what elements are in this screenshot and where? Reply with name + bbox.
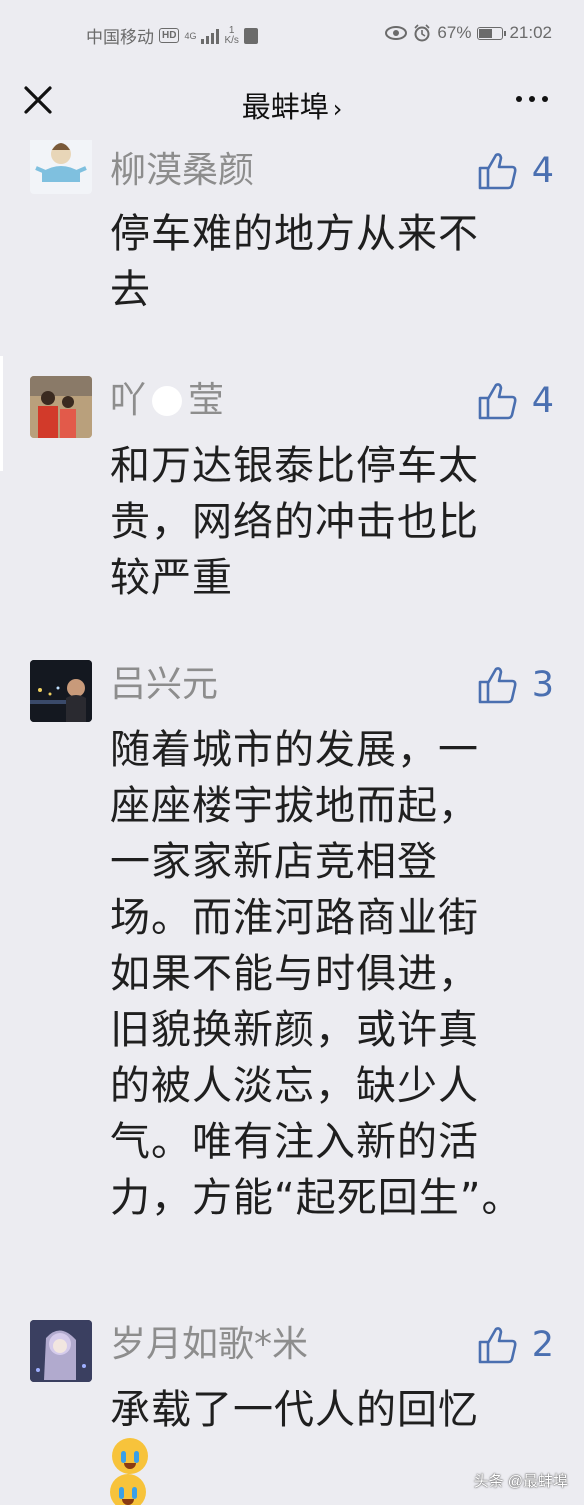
comment-line: 去 — [110, 267, 151, 313]
sim-card-icon — [243, 27, 258, 44]
comment-line: 如果不能与时俱进， — [110, 951, 479, 997]
comment-username[interactable]: 吕兴元 — [110, 664, 218, 706]
comment-line: 座座楼宇拔地而起， — [110, 783, 479, 829]
comment-line: 一家家新店竞相登 — [110, 839, 438, 885]
comment-line-text: 承载了一代人的回忆 — [110, 1387, 479, 1433]
net-speed-unit: K/s — [224, 34, 239, 46]
comment-username[interactable]: 吖莹 — [110, 380, 224, 422]
comment-line: 随着城市的发展，一 — [110, 727, 479, 773]
comment-list[interactable]: 柳漠桑颜 4 停车难的地方从来不 去 吖莹 4 和万达银泰比停车太 贵，网络的冲… — [0, 140, 584, 1505]
battery-percent: 67% — [437, 23, 472, 42]
comment-line: 承载了一代人的回忆 — [110, 1382, 479, 1474]
comment-line: 的被人淡忘，缺少人 — [110, 1063, 479, 1109]
watermark: 头条 @最蚌埠 — [473, 1473, 568, 1490]
thumbs-up-icon[interactable] — [476, 380, 518, 422]
comment-line: 和万达银泰比停车太 — [110, 443, 479, 489]
page-title-text[interactable]: 最蚌埠 — [242, 90, 329, 124]
status-left: 中国移动 HD 4G 1 K/s — [86, 23, 258, 48]
comment-text: 停车难的地方从来不 去 — [110, 206, 479, 318]
hd-icon: HD — [159, 28, 180, 43]
clock: 21:02 — [509, 23, 552, 42]
comment-text: 和万达银泰比停车太 贵，网络的冲击也比 较严重 — [110, 438, 479, 606]
status-bar: 中国移动 HD 4G 1 K/s 67% 21:02 — [0, 0, 584, 66]
status-right: 67% 21:02 — [385, 23, 552, 43]
chevron-right-icon[interactable]: › — [333, 95, 343, 123]
comment-line: 气。唯有注入新的活 — [110, 1119, 479, 1165]
like-button[interactable]: 4 — [476, 150, 554, 192]
hidden-char-icon — [152, 386, 183, 416]
carrier-label: 中国移动 — [86, 28, 154, 47]
comment-line: 贵，网络的冲击也比 — [110, 499, 479, 545]
page-title[interactable]: 最蚌埠 › — [0, 84, 584, 126]
crying-emoji-icon — [110, 1474, 146, 1505]
thumbs-up-icon[interactable] — [476, 664, 518, 706]
comment-text: 随着城市的发展，一 座座楼宇拔地而起， 一家家新店竞相登 场。而淮河路商业街 如… — [110, 722, 522, 1226]
like-count: 4 — [531, 151, 554, 191]
like-count: 3 — [531, 665, 554, 705]
net-speed: 1 K/s — [224, 25, 239, 46]
crying-emoji-icon — [112, 1438, 148, 1474]
network-type: 4G — [184, 30, 197, 41]
thumbs-up-icon[interactable] — [476, 1324, 518, 1366]
comment-username[interactable]: 岁月如歌*米 — [110, 1324, 308, 1366]
username-part[interactable]: 吖 — [110, 380, 146, 421]
avatar[interactable] — [30, 1320, 92, 1382]
comment-line: 力，方能“起死回生”。 — [110, 1175, 523, 1221]
comment-text: 承载了一代人的回忆 — [110, 1382, 479, 1505]
comment-line: 旧貌换新颜，或许真 — [110, 1007, 479, 1053]
eye-icon — [385, 26, 408, 40]
comment-line: 较严重 — [110, 555, 233, 601]
signal-icon — [201, 28, 220, 44]
like-button[interactable]: 2 — [476, 1324, 554, 1366]
battery-icon — [477, 26, 507, 40]
avatar[interactable] — [30, 376, 92, 438]
like-button[interactable]: 4 — [476, 380, 554, 422]
comment-username[interactable]: 柳漠桑颜 — [110, 150, 254, 192]
alarm-icon — [414, 24, 430, 42]
username-part[interactable]: 莹 — [188, 380, 224, 421]
like-button[interactable]: 3 — [476, 664, 554, 706]
comment-line — [110, 1474, 479, 1505]
comment-line: 停车难的地方从来不 — [110, 211, 479, 257]
like-count: 2 — [531, 1325, 554, 1365]
comment-line: 场。而淮河路商业街 — [110, 895, 479, 941]
thumbs-up-icon[interactable] — [476, 150, 518, 192]
like-count: 4 — [531, 381, 554, 421]
avatar[interactable] — [30, 140, 92, 194]
avatar[interactable] — [30, 660, 92, 722]
more-dots-icon[interactable] — [516, 96, 548, 102]
